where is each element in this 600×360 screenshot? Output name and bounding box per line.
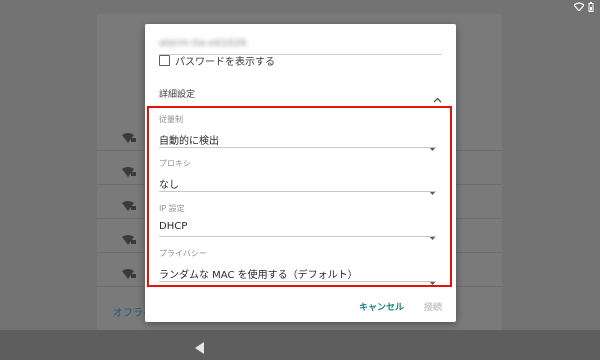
highlight-box: [147, 106, 452, 287]
wifi-lock-icon: [122, 196, 136, 215]
cancel-button[interactable]: キャンセル: [359, 300, 404, 313]
back-icon[interactable]: [195, 339, 205, 358]
show-password-label: パスワードを表示する: [175, 57, 275, 68]
battery-icon: [588, 2, 594, 12]
advanced-options-toggle[interactable]: 詳細設定: [159, 87, 442, 103]
wifi-lock-icon: [122, 128, 136, 147]
wifi-connect-dialog: aterm-0a-e01026 パスワードを表示する 詳細設定 従量制 自動的に…: [145, 24, 456, 322]
dialog-actions: キャンセル 接続: [359, 300, 442, 313]
network-ssid: aterm-0a-e01026: [159, 38, 247, 49]
checkbox-icon[interactable]: [159, 55, 170, 66]
offline-label[interactable]: オフライン: [113, 304, 147, 319]
connect-button[interactable]: 接続: [424, 300, 442, 313]
wifi-lock-icon: [122, 162, 136, 181]
status-bar: [0, 0, 600, 14]
wifi-icon: [574, 2, 584, 12]
show-password-checkbox[interactable]: パスワードを表示する: [159, 53, 275, 68]
navigation-bar: [0, 330, 600, 360]
wifi-lock-icon: [122, 264, 136, 283]
advanced-options-label: 詳細設定: [159, 90, 196, 100]
chevron-up-icon[interactable]: [433, 88, 442, 107]
wifi-lock-icon: [122, 230, 136, 249]
